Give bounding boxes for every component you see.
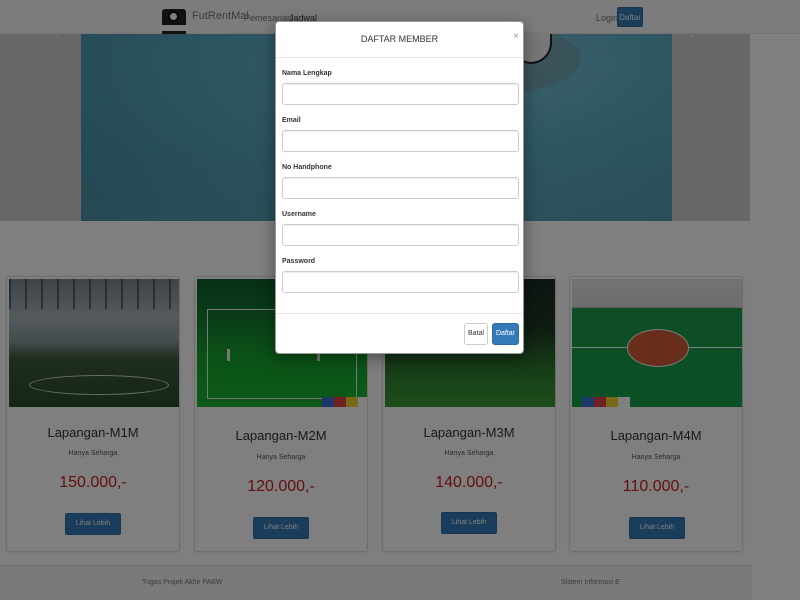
- email-label: Email: [282, 117, 301, 124]
- modal-title: DAFTAR MEMBER: [360, 34, 439, 44]
- password-label: Password: [282, 258, 316, 265]
- modal-header: DAFTAR MEMBER ×: [276, 22, 523, 58]
- close-icon[interactable]: ×: [513, 31, 519, 42]
- submit-register-button[interactable]: Daftar: [492, 323, 519, 345]
- username-field[interactable]: [282, 224, 519, 246]
- username-label: Username: [282, 211, 316, 218]
- phone-label: No Handphone: [282, 164, 332, 171]
- modal-footer-divider: [276, 313, 523, 314]
- password-field[interactable]: [282, 271, 519, 293]
- full-name-field[interactable]: [282, 83, 519, 105]
- email-field[interactable]: [282, 130, 519, 152]
- full-name-label: Nama Lengkap: [282, 70, 332, 77]
- register-modal: DAFTAR MEMBER × Nama Lengkap Email No Ha…: [275, 21, 524, 354]
- phone-field[interactable]: [282, 177, 519, 199]
- cancel-button[interactable]: Batal: [464, 323, 488, 345]
